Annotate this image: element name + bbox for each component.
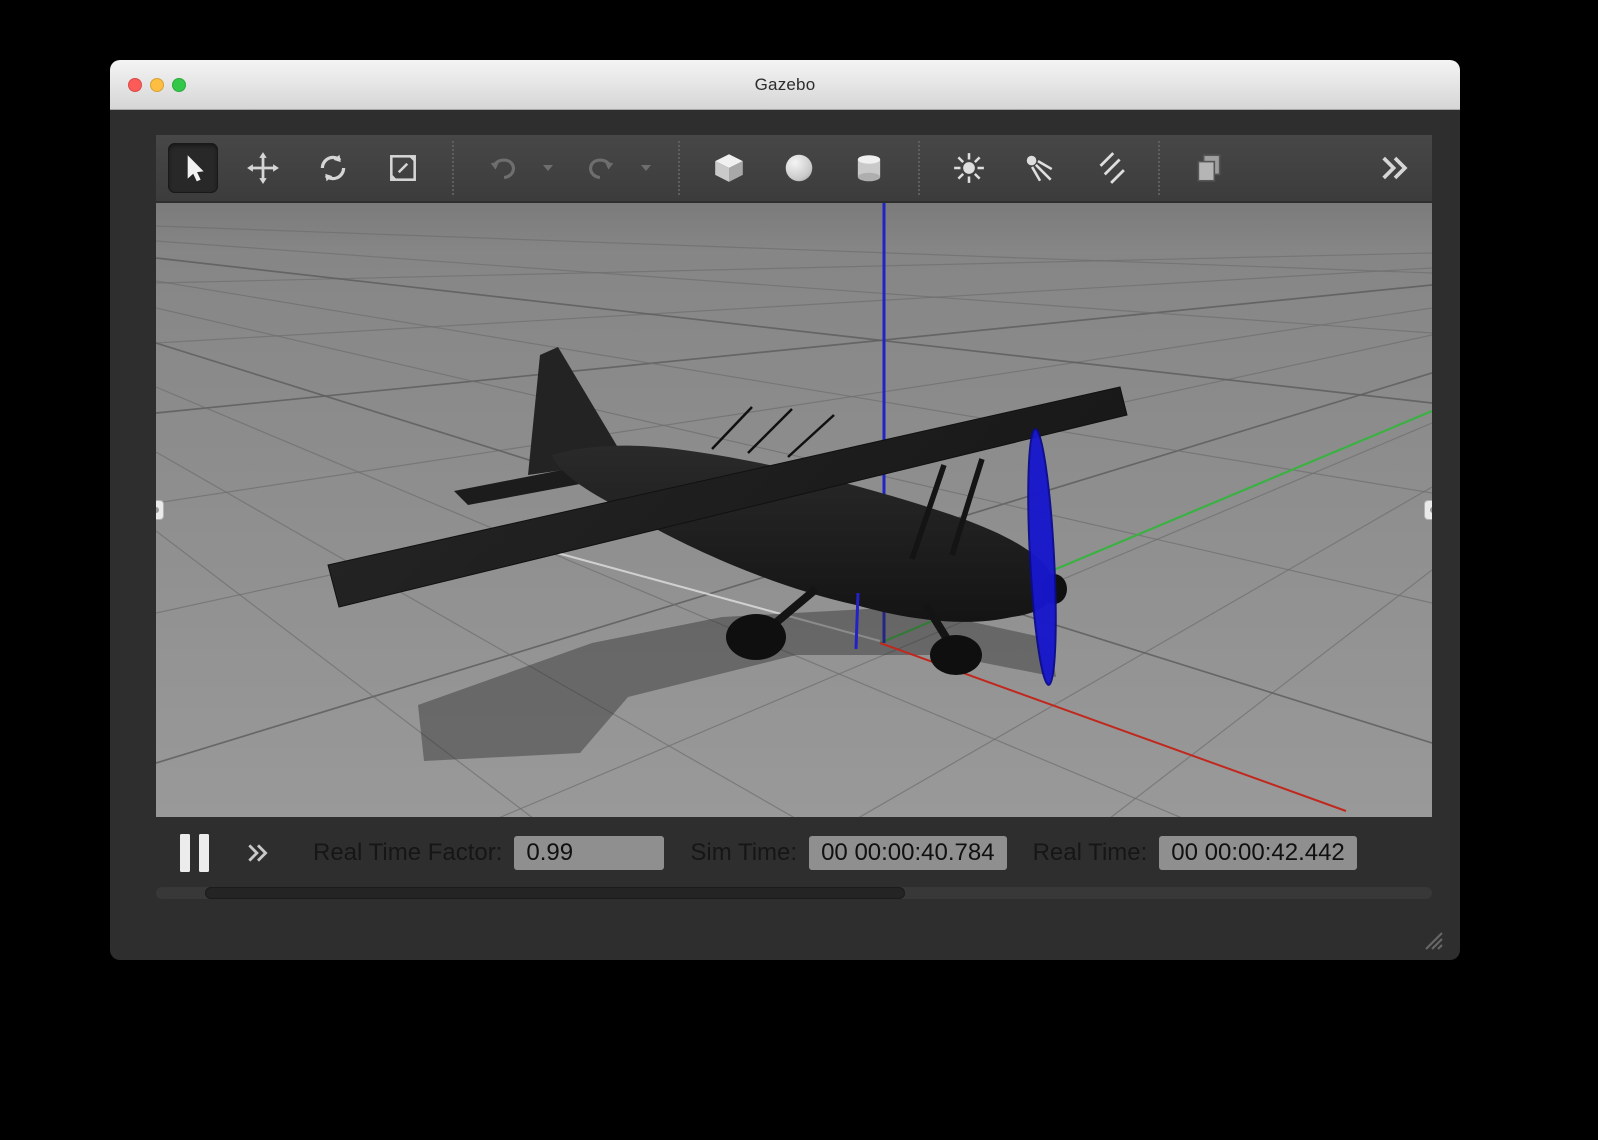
undo-button[interactable] [478, 143, 528, 193]
spot-light-button[interactable] [1014, 143, 1064, 193]
traffic-lights [128, 60, 186, 109]
chevron-down-icon [640, 164, 652, 172]
redo-history-dropdown[interactable] [638, 143, 654, 193]
move-arrows-icon [246, 151, 280, 185]
3d-scene [156, 203, 1432, 817]
copy-button[interactable] [1184, 143, 1234, 193]
sphere-icon [782, 151, 816, 185]
zoom-button[interactable] [172, 78, 186, 92]
right-splitter-handle[interactable] [1424, 500, 1432, 520]
desktop-background: Gazebo [0, 0, 1598, 1140]
double-chevron-right-icon [1378, 151, 1412, 185]
redo-button[interactable] [576, 143, 626, 193]
point-light-icon [952, 151, 986, 185]
sim-time-label: Sim Time: [690, 839, 797, 867]
scale-icon [386, 151, 420, 185]
splitter-dot [1430, 507, 1433, 513]
pause-button[interactable] [180, 834, 209, 872]
chevron-down-icon [542, 164, 554, 172]
undo-arrow-icon [486, 151, 520, 185]
toolbar-separator [1158, 141, 1160, 195]
real-time-value: 00 00:00:42.442 [1159, 836, 1357, 870]
cube-icon [712, 151, 746, 185]
close-button[interactable] [128, 78, 142, 92]
insert-sphere-button[interactable] [774, 143, 824, 193]
statusbar-expand-button[interactable] [245, 842, 271, 864]
toolbar [156, 135, 1432, 201]
cursor-arrow-icon [176, 151, 210, 185]
directional-light-button[interactable] [1084, 143, 1134, 193]
resize-grip-icon[interactable] [1416, 923, 1444, 951]
left-splitter-handle[interactable] [156, 500, 164, 520]
3d-viewport[interactable] [156, 203, 1432, 817]
select-tool-button[interactable] [168, 143, 218, 193]
sim-time-value: 00 00:00:40.784 [809, 836, 1007, 870]
more-tools-button[interactable] [1370, 143, 1420, 193]
gazebo-window: Gazebo [110, 60, 1460, 961]
main-wheel [930, 635, 982, 675]
spot-light-icon [1022, 151, 1056, 185]
toolbar-separator [678, 141, 680, 195]
toolbar-separator [918, 141, 920, 195]
real-time-label: Real Time: [1033, 839, 1148, 867]
real-time-factor-value: 0.99 [514, 836, 664, 870]
window-body: Real Time Factor: 0.99 Sim Time: 00 00:0… [110, 110, 1460, 960]
horizontal-scrollbar[interactable] [156, 887, 1432, 899]
pause-icon [180, 834, 209, 872]
rotate-arrows-icon [316, 151, 350, 185]
rotate-tool-button[interactable] [308, 143, 358, 193]
cylinder-icon [852, 151, 886, 185]
double-chevron-right-icon [245, 842, 271, 864]
real-time-factor-label: Real Time Factor: [313, 839, 502, 867]
undo-history-dropdown[interactable] [540, 143, 556, 193]
minimize-button[interactable] [150, 78, 164, 92]
point-light-button[interactable] [944, 143, 994, 193]
statusbar: Real Time Factor: 0.99 Sim Time: 00 00:0… [156, 829, 1432, 877]
copy-icon [1192, 151, 1226, 185]
insert-cylinder-button[interactable] [844, 143, 894, 193]
translate-tool-button[interactable] [238, 143, 288, 193]
z-axis-blue-front [856, 593, 858, 649]
window-titlebar[interactable]: Gazebo [110, 60, 1460, 110]
toolbar-separator [452, 141, 454, 195]
insert-box-button[interactable] [704, 143, 754, 193]
splitter-dot [156, 507, 159, 513]
scrollbar-thumb[interactable] [205, 887, 905, 899]
window-title: Gazebo [755, 75, 816, 95]
scale-tool-button[interactable] [378, 143, 428, 193]
redo-arrow-icon [584, 151, 618, 185]
main-wheel [726, 614, 786, 660]
directional-light-icon [1092, 151, 1126, 185]
